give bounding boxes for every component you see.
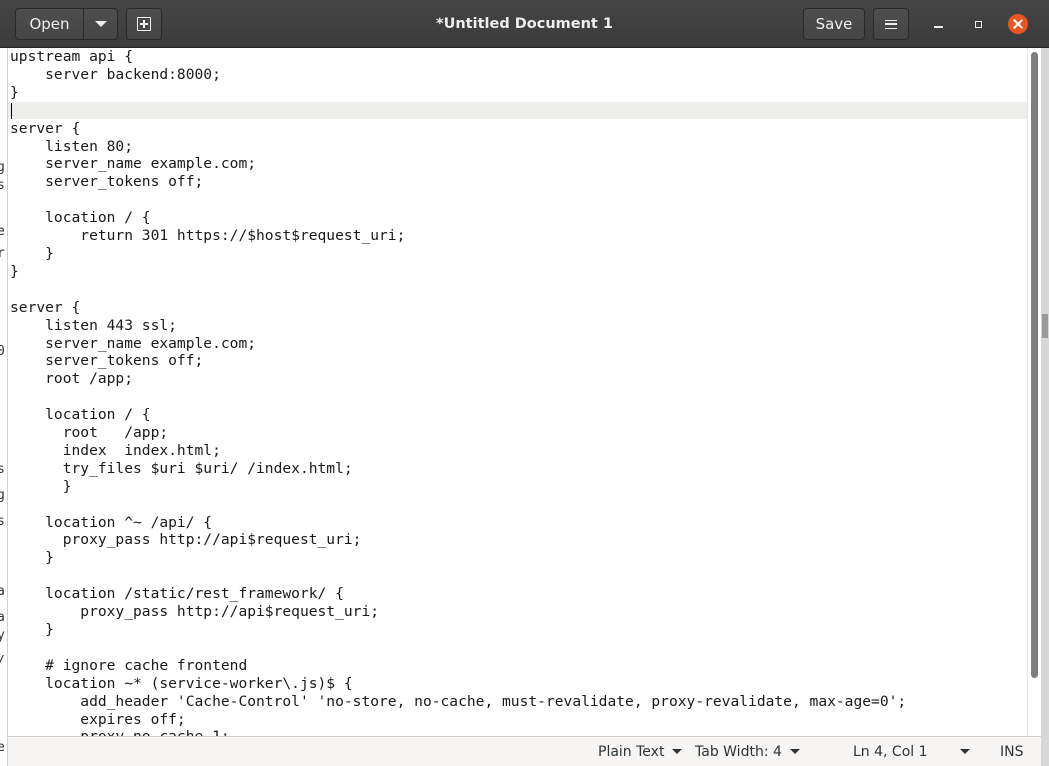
background-text: r — [0, 246, 5, 261]
save-button[interactable]: Save — [803, 8, 865, 40]
chevron-down-icon — [789, 749, 800, 754]
close-button[interactable] — [1008, 14, 1028, 34]
code-line: expires off; — [10, 710, 186, 728]
code-line: } — [10, 477, 72, 495]
vertical-scrollbar[interactable] — [1027, 48, 1041, 736]
code-text[interactable]: upstream api { server backend:8000;}​ser… — [10, 48, 906, 736]
code-line: proxy_pass http://api$request_uri; — [10, 531, 362, 549]
code-line: upstream api { — [10, 48, 134, 65]
code-line: root /app; — [10, 424, 169, 442]
code-line: location / { — [10, 406, 151, 424]
code-line: location / { — [10, 209, 151, 227]
code-line: root /app; — [10, 370, 134, 388]
text-editor[interactable]: upstream api { server backend:8000;}​ser… — [8, 48, 1027, 736]
code-line: # ignore cache frontend — [10, 656, 248, 674]
code-line: listen 443 ssl; — [10, 316, 177, 334]
background-text: e — [0, 224, 5, 239]
code-line: location ^~ /api/ { — [10, 513, 213, 531]
status-bar: Plain Text Tab Width: 4 Ln 4, Col 1 INS — [8, 736, 1041, 766]
code-line: ​ — [10, 281, 906, 299]
code-line: } — [10, 621, 54, 638]
code-line: try_files $uri $uri/ /index.html; — [10, 459, 353, 477]
maximize-icon — [974, 20, 982, 28]
code-line: location /static/rest_framework/ { — [10, 585, 344, 603]
code-line: index index.html; — [10, 441, 221, 459]
code-line: server_name example.com; — [10, 155, 257, 173]
code-line: server_tokens off; — [10, 173, 204, 191]
background-text: y — [0, 628, 5, 643]
code-line: location ~* (service-worker\.js)$ { — [10, 674, 353, 692]
code-line: } — [10, 83, 19, 101]
code-line: server_tokens off; — [10, 352, 204, 370]
background-text: g — [0, 488, 5, 503]
code-line: proxy_no_cache 1; — [10, 728, 906, 736]
cursor-position[interactable]: Ln 4, Col 1 — [853, 737, 928, 766]
new-tab-button[interactable] — [126, 8, 162, 40]
gedit-window: *Untitled Document 1 Open Save h g s e r… — [0, 0, 1049, 766]
background-text: 0 — [0, 344, 5, 359]
open-button[interactable]: Open — [15, 8, 84, 40]
code-line: ​ — [10, 102, 906, 120]
background-text: e — [0, 740, 5, 755]
code-line: listen 80; — [10, 137, 134, 155]
code-line: server { — [10, 298, 81, 316]
code-line: ​ — [10, 388, 906, 406]
background-text: a — [0, 610, 5, 625]
code-line: } — [10, 262, 19, 280]
close-icon — [1013, 19, 1023, 29]
background-text: / — [0, 654, 5, 669]
open-dropdown-button[interactable] — [83, 8, 118, 40]
code-line: ​ — [10, 567, 906, 585]
scrollbar-thumb[interactable] — [1031, 52, 1038, 678]
insert-mode-label: INS — [1000, 743, 1024, 760]
background-scrollbar-thumb — [1042, 314, 1048, 338]
header-bar: *Untitled Document 1 Open Save — [0, 0, 1049, 48]
hamburger-menu-icon — [885, 19, 897, 29]
menu-button[interactable] — [873, 8, 909, 40]
background-window-right-edge — [1041, 48, 1049, 766]
text-cursor — [11, 103, 12, 119]
language-label: Plain Text — [598, 743, 665, 760]
tab-width-label: Tab Width: 4 — [695, 743, 782, 760]
insert-mode-indicator: INS — [1000, 737, 1024, 766]
code-line: add_header 'Cache-Control' 'no-store, no… — [10, 692, 907, 710]
minimize-button[interactable] — [928, 14, 948, 34]
code-line: server_name example.com; — [10, 334, 257, 352]
background-text: g — [0, 160, 5, 175]
tab-width-selector[interactable]: Tab Width: 4 — [695, 737, 800, 766]
background-text: s — [0, 178, 5, 193]
chevron-down-icon — [672, 749, 683, 754]
code-line: } — [10, 244, 54, 262]
minimize-icon — [933, 26, 943, 28]
code-line: ​ — [10, 191, 906, 209]
code-line: return 301 https://$host$request_uri; — [10, 227, 406, 245]
code-line: } — [10, 549, 54, 567]
code-line: ​ — [10, 496, 906, 514]
code-line: server { — [10, 119, 81, 137]
code-line: server backend:8000; — [10, 65, 221, 83]
maximize-button[interactable] — [968, 14, 988, 34]
language-selector[interactable]: Plain Text — [598, 737, 683, 766]
background-text: s — [0, 514, 5, 529]
background-text: s — [0, 462, 5, 477]
go-to-line-dropdown[interactable] — [960, 737, 970, 766]
new-tab-icon — [137, 17, 151, 31]
code-line: proxy_pass http://api$request_uri; — [10, 603, 380, 621]
chevron-down-icon — [960, 749, 970, 754]
code-line: ​ — [10, 639, 906, 657]
chevron-down-icon — [94, 21, 107, 27]
background-window-edge: h g s e r 0 s g s a a y / e — [0, 48, 8, 766]
background-text: a — [0, 584, 5, 599]
cursor-position-label: Ln 4, Col 1 — [853, 743, 928, 760]
